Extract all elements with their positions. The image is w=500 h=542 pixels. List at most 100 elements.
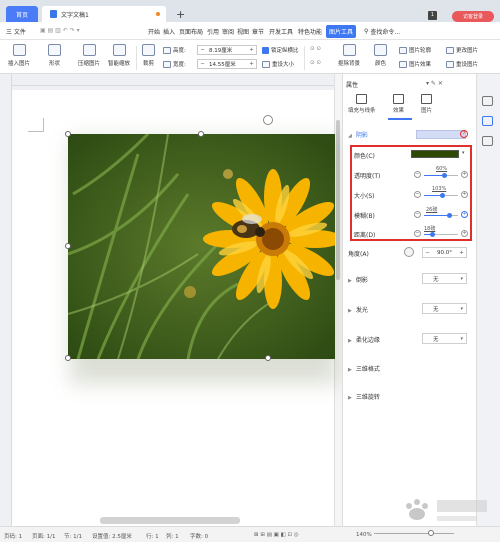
menu-references[interactable]: 引用 xyxy=(207,27,219,36)
glow-section[interactable]: ▶ 发光 xyxy=(348,305,368,314)
angle-value[interactable]: 90.0° xyxy=(432,250,457,256)
status-page-number[interactable]: 页码: 1 xyxy=(4,532,22,540)
transparency-value[interactable]: 60% xyxy=(436,166,447,172)
login-button[interactable]: 访客登录 xyxy=(452,11,494,22)
shape-button[interactable]: 形状 xyxy=(48,44,61,67)
size-value[interactable]: 103% xyxy=(432,186,446,192)
command-search[interactable]: ⚲ 查找命令... xyxy=(364,25,410,37)
edit-icon[interactable] xyxy=(482,96,493,106)
rotate-handle-icon[interactable] xyxy=(263,115,273,125)
shadow-color-picker[interactable] xyxy=(411,150,459,158)
distance-slider[interactable]: − 18磅 + xyxy=(414,226,468,239)
slider-knob[interactable] xyxy=(447,213,452,218)
shadow-preset-dropdown[interactable] xyxy=(416,130,466,139)
tab-document[interactable]: 文字文稿1 xyxy=(42,6,166,22)
remove-background-button[interactable]: 抠除背景 xyxy=(338,44,360,67)
menu-chapter[interactable]: 章节 xyxy=(252,27,264,36)
status-section[interactable]: 节: 1/1 xyxy=(64,532,82,540)
angle-field[interactable]: − 90.0° + xyxy=(422,247,467,258)
tab-home[interactable]: 首页 xyxy=(6,6,38,22)
width-value[interactable]: 14.55厘米 xyxy=(207,60,247,68)
menu-special[interactable]: 特色功能 xyxy=(298,27,322,36)
lock-ratio-checkbox[interactable]: 锁定纵横比 xyxy=(262,46,299,54)
view-mode-icons[interactable]: ⊠ ⊞ ▤ ▣ ◧ ⊡ ◎ xyxy=(254,532,299,538)
picture-outline-button[interactable]: 图片轮廓 xyxy=(399,46,431,54)
menu-page-layout[interactable]: 页面布局 xyxy=(179,27,203,36)
change-picture-button[interactable]: 更改图片 xyxy=(446,46,478,54)
width-decrease-button[interactable]: − xyxy=(198,61,207,67)
height-increase-button[interactable]: + xyxy=(247,47,256,53)
resize-handle-left[interactable] xyxy=(65,243,71,249)
tab-picture[interactable]: 图片 xyxy=(421,94,432,114)
format-3d-section[interactable]: ▶ 三维格式 xyxy=(348,364,380,373)
resize-handle-bottom-left[interactable] xyxy=(65,355,71,361)
transparency-increase-button[interactable]: + xyxy=(461,171,468,178)
resize-handle-top-left[interactable] xyxy=(65,131,71,137)
window-count-badge[interactable]: 1 xyxy=(428,11,437,20)
slider-knob[interactable] xyxy=(440,193,446,198)
zoom-slider-track[interactable] xyxy=(374,533,454,534)
slider-knob[interactable] xyxy=(430,232,435,237)
insert-picture-button[interactable]: 插入图片 xyxy=(8,44,30,67)
menu-review[interactable]: 审阅 xyxy=(222,27,234,36)
distance-value[interactable]: 18磅 xyxy=(424,225,435,232)
color-dropdown-caret-icon[interactable]: ▾ xyxy=(462,150,465,156)
distance-increase-button[interactable]: + xyxy=(461,230,468,237)
status-pages[interactable]: 页面: 1/1 xyxy=(32,532,55,540)
soft-edges-select[interactable]: 无 ▾ xyxy=(422,333,467,344)
status-column[interactable]: 列: 1 xyxy=(166,532,179,540)
status-row[interactable]: 行: 1 xyxy=(146,532,159,540)
width-increase-button[interactable]: + xyxy=(247,61,256,67)
angle-increase-button[interactable]: + xyxy=(457,250,466,256)
tab-fill-and-line[interactable]: 填充与线条 xyxy=(348,94,376,114)
rotate-icons[interactable]: ⊙ ⊙ xyxy=(310,60,321,66)
horizontal-scroll-thumb[interactable] xyxy=(100,517,240,524)
toolbar-quick-icons[interactable]: ▣ ▤ ▥ ↶ ↷ ▾ xyxy=(40,27,80,34)
menu-insert[interactable]: 插入 xyxy=(163,27,175,36)
glow-select[interactable]: 无 ▾ xyxy=(422,303,467,314)
soft-edges-section[interactable]: ▶ 柔化边缘 xyxy=(348,335,380,344)
help-icon[interactable]: ? xyxy=(460,130,468,138)
menu-developer[interactable]: 开发工具 xyxy=(269,27,293,36)
picture-effects-button[interactable]: 图片效果 xyxy=(399,60,431,68)
size-slider[interactable]: − 103% + xyxy=(414,186,468,200)
slider-knob[interactable] xyxy=(441,173,447,178)
rotation-3d-section[interactable]: ▶ 三维旋转 xyxy=(348,392,380,401)
transparency-slider[interactable]: − 60% + xyxy=(414,166,468,180)
height-field[interactable]: − 8.19厘米 + xyxy=(197,45,257,55)
zoom-slider-knob[interactable] xyxy=(428,530,434,536)
angle-decrease-button[interactable]: − xyxy=(423,250,432,256)
smart-scale-button[interactable]: 智能缩放 xyxy=(108,44,130,67)
properties-icon[interactable] xyxy=(482,116,493,126)
status-setting-value[interactable]: 设置值: 2.5厘米 xyxy=(92,532,132,540)
width-field[interactable]: − 14.55厘米 + xyxy=(197,59,257,69)
panel-controls[interactable]: ▾ ✎ ✕ xyxy=(426,80,443,87)
shadow-section-header[interactable]: ◢ 阴影 xyxy=(348,130,368,139)
new-tab-button[interactable]: + xyxy=(176,8,185,21)
flower-picture[interactable] xyxy=(68,134,335,359)
blur-slider[interactable]: − 26磅 + xyxy=(414,207,468,220)
resize-handle-bottom[interactable] xyxy=(265,355,271,361)
tab-effects[interactable]: 效果 xyxy=(393,94,404,114)
color-button[interactable]: 颜色 xyxy=(374,44,387,67)
settings-icon[interactable] xyxy=(482,136,493,146)
reset-size-button[interactable]: 重设大小 xyxy=(262,60,294,68)
compress-picture-button[interactable]: 压缩图片 xyxy=(78,44,100,67)
transparency-decrease-button[interactable]: − xyxy=(414,171,421,178)
size-decrease-button[interactable]: − xyxy=(414,191,421,198)
align-icons[interactable]: ⊙ ⊙ xyxy=(310,46,321,52)
size-increase-button[interactable]: + xyxy=(461,191,468,198)
menu-view[interactable]: 视图 xyxy=(237,27,249,36)
height-value[interactable]: 8.19厘米 xyxy=(207,46,247,54)
resize-handle-top[interactable] xyxy=(198,131,204,137)
zoom-level[interactable]: 140% xyxy=(356,532,372,538)
menu-picture-tools[interactable]: 图片工具 xyxy=(326,25,357,38)
angle-dial[interactable] xyxy=(404,247,414,257)
reflection-section[interactable]: ▶ 倒影 xyxy=(348,275,368,284)
crop-button[interactable]: 裁剪 xyxy=(142,44,155,67)
reflection-select[interactable]: 无 ▾ xyxy=(422,273,467,284)
distance-decrease-button[interactable]: − xyxy=(414,230,421,237)
status-word-count[interactable]: 字数: 0 xyxy=(190,532,208,540)
reset-picture-button[interactable]: 重设图片 xyxy=(446,60,478,68)
blur-decrease-button[interactable]: − xyxy=(414,211,421,218)
